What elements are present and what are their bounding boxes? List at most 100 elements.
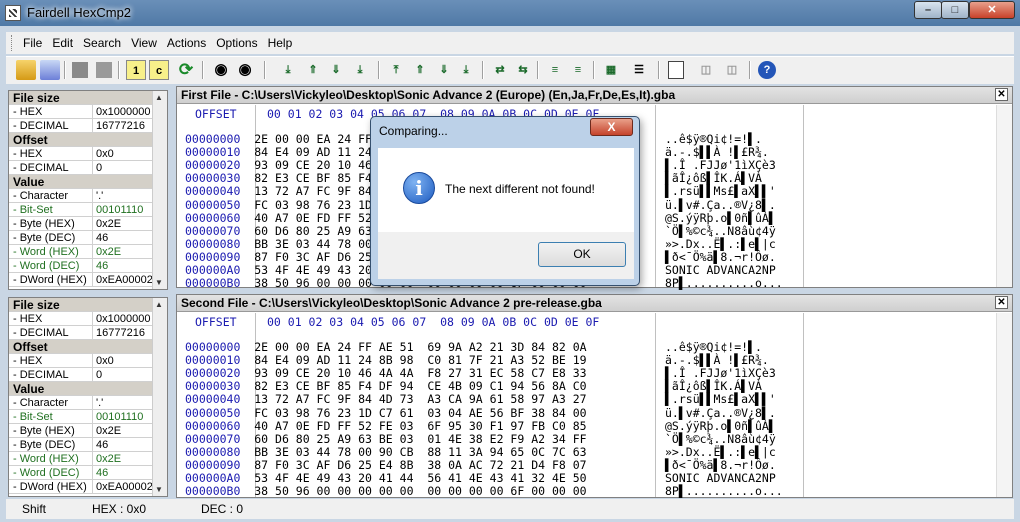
toolbar: 1 c ⟳ ◉ ◉ ⤓ ⇑ ⇓ ⤓ ⤒ ⇑ ⇓ ⤓ ⇄ ⇆ ≡ ≡ ▦ ☰ ◫ … — [6, 56, 1014, 84]
stop2-icon[interactable] — [96, 62, 112, 78]
row-ascii[interactable]: ▌ãÎ¿ôß▌ÎK.Á▌VÀ — [665, 172, 762, 185]
row-hex-bytes[interactable]: 38 50 96 00 00 00 00 00 00 00 00 00 6F 0… — [254, 484, 586, 498]
hex-row[interactable]: 00000010 84 E4 09 AD 11 24 8B 98 C0 81 7… — [185, 354, 587, 367]
hex-row[interactable]: 00000080 BB 3E 03 44 78 00 90 CB 88 11 3… — [185, 445, 587, 459]
close-window-button[interactable]: ✕ — [969, 1, 1015, 19]
hex-scrollbar[interactable] — [996, 313, 1012, 497]
stop-icon[interactable] — [72, 62, 88, 78]
row-hex-bytes[interactable]: FC 03 98 76 23 1D C7 61 03 04 AE 56 BF 3… — [254, 406, 586, 420]
info-key: - Word (HEX) — [9, 245, 93, 258]
row-ascii[interactable]: @S.ýÿRþ.o▌0ñ▌ûÀ▌ — [665, 211, 776, 225]
row-hex-bytes[interactable]: 40 A7 0E FD FF 52 FE 03 6F 95 30 F1 97 F… — [254, 419, 586, 433]
row-ascii[interactable]: @S.ýÿRþ.o▌0ñ▌ûÀ▌ — [665, 419, 776, 433]
row-hex-bytes[interactable]: 53 4F 4E 49 43 20 41 44 56 41 4E 43 41 3… — [254, 471, 586, 485]
sync-icon[interactable]: ⇄ — [490, 60, 510, 80]
hex-row[interactable]: 000000B0 38 50 96 00 00 00 00 00 00 00 0… — [185, 485, 587, 498]
row-offset: 000000B0 — [185, 484, 241, 499]
hex-row[interactable]: 00000020 93 09 CE 20 10 46 4A 4A F8 27 3… — [185, 367, 587, 380]
row-ascii[interactable]: SONIC ADVANCA2NP — [665, 472, 776, 485]
find-icon[interactable]: ◉ — [211, 60, 231, 80]
row-ascii[interactable]: ▌.rsü▌▌Ms£▌aX▌▌' — [665, 393, 776, 406]
maximize-button[interactable]: □ — [941, 1, 969, 19]
row-ascii[interactable]: »>.Dx..Ë▌.:▌e▌|c — [665, 237, 776, 251]
row-ascii[interactable]: ü.▌v#.Ça..®V¿8▌. — [665, 406, 776, 420]
info-row: - Character '.' — [9, 189, 167, 203]
row-ascii[interactable]: ▌.rsü▌▌Ms£▌aX▌▌' — [665, 185, 776, 198]
report-icon[interactable] — [668, 61, 684, 79]
hex-row[interactable]: 00000050 FC 03 98 76 23 1D C7 61 03 04 A… — [185, 406, 587, 420]
prev2-icon[interactable]: ⇑ — [410, 60, 430, 80]
row-hex-bytes[interactable]: 84 E4 09 AD 11 24 8B 98 C0 81 7F 21 A3 5… — [254, 353, 586, 367]
column-divider — [803, 105, 804, 287]
sync2-icon[interactable]: ⇆ — [513, 60, 533, 80]
hex-row[interactable]: 00000040 13 72 A7 FC 9F 84 4D 73 A3 CA 9… — [185, 393, 587, 406]
paste-icon[interactable]: ◫ — [722, 60, 742, 80]
row-ascii[interactable]: 8P▌..........o... — [665, 277, 783, 290]
menu-help[interactable]: Help — [263, 32, 298, 50]
hex-row[interactable]: 00000060 40 A7 0E FD FF 52 FE 03 6F 95 3… — [185, 419, 587, 433]
hex-row[interactable]: 000000A0 53 4F 4E 49 43 20 41 44 56 41 4… — [185, 472, 587, 485]
row-ascii[interactable]: 8P▌..........o... — [665, 485, 783, 498]
row-hex-bytes[interactable]: 87 F0 3C AF D6 25 E4 8B 38 0A AC 72 21 D… — [254, 458, 586, 472]
compare-icon[interactable]: ▦ — [601, 60, 621, 80]
hex-row[interactable]: 00000000 2E 00 00 EA 24 FF AE 51 69 9A A… — [185, 341, 587, 354]
info1-icon[interactable]: 1 — [126, 60, 146, 80]
row-ascii[interactable]: »>.Dx..Ë▌.:▌e▌|c — [665, 445, 776, 459]
menu-bar: File Edit Search View Actions Options Help — [6, 32, 1014, 54]
row-ascii[interactable]: SONIC ADVANCA2NP — [665, 264, 776, 277]
open2-icon[interactable] — [40, 60, 60, 80]
hex-row[interactable]: 00000070 60 D6 80 25 A9 63 BE 03 01 4E 3… — [185, 432, 587, 446]
close-panel-button[interactable]: ✕ — [995, 296, 1008, 309]
help-icon[interactable]: ? — [758, 61, 776, 79]
next2-icon[interactable]: ⇓ — [434, 60, 454, 80]
first2-icon[interactable]: ⤒ — [386, 60, 406, 80]
row-ascii[interactable]: `Ö▌%©c¾..N8âù¢4ÿ — [665, 432, 776, 446]
row-offset: 00000060 — [185, 210, 241, 225]
info-scrollbar[interactable]: ▲ ▼ — [152, 298, 167, 496]
hex-row[interactable]: 00000030 82 E3 CE BF 85 F4 DF 94 CE 4B 0… — [185, 380, 587, 393]
find-next-icon[interactable]: ◉ — [235, 60, 255, 80]
first-diff-icon[interactable]: ⤓ — [278, 60, 298, 80]
hex-scrollbar[interactable] — [996, 105, 1012, 287]
row-ascii[interactable]: `Ö▌%©c¾..N8âù¢4ÿ — [665, 224, 776, 238]
align2-icon[interactable]: ≡ — [568, 60, 588, 80]
row-ascii[interactable]: ▌ð<¯Ö%ä▌8.¬r!Ôø. — [665, 458, 776, 472]
info-scrollbar[interactable]: ▲ ▼ — [152, 91, 167, 289]
row-ascii[interactable]: ▌ãÎ¿ôß▌ÎK.Á▌VÀ — [665, 380, 762, 393]
align-icon[interactable]: ≡ — [545, 60, 565, 80]
row-ascii[interactable]: ü.▌v#.Ça..®V¿8▌. — [665, 198, 776, 212]
row-hex-bytes[interactable]: 2E 00 00 EA 24 FF AE 51 69 9A A2 21 3D 8… — [254, 340, 586, 354]
menu-file[interactable]: File — [18, 32, 47, 50]
list-icon[interactable]: ☰ — [629, 60, 649, 80]
row-hex-bytes[interactable]: 60 D6 80 25 A9 63 BE 03 01 4E 38 E2 F9 A… — [254, 432, 586, 446]
dialog-close-button[interactable]: X — [590, 118, 633, 136]
close-panel-button[interactable]: ✕ — [995, 88, 1008, 101]
last-diff-icon[interactable]: ⤓ — [350, 60, 370, 80]
menu-edit[interactable]: Edit — [47, 32, 78, 50]
menu-actions[interactable]: Actions — [162, 32, 211, 50]
app-icon — [5, 5, 21, 21]
row-offset: 00000030 — [185, 379, 241, 394]
toolbar-separator — [537, 61, 539, 79]
next-diff-icon[interactable]: ⇓ — [326, 60, 346, 80]
last2-icon[interactable]: ⤓ — [456, 60, 476, 80]
row-hex-bytes[interactable]: 82 E3 CE BF 85 F4 DF 94 CE 4B 09 C1 94 5… — [254, 379, 586, 393]
ok-button[interactable]: OK — [538, 242, 626, 267]
status-dec: DEC : 0 — [201, 502, 244, 516]
refresh-icon[interactable]: ⟳ — [176, 60, 196, 80]
hex-row[interactable]: 00000090 87 F0 3C AF D6 25 E4 8B 38 0A A… — [185, 458, 587, 472]
row-ascii[interactable]: ▌ð<¯Ö%ä▌8.¬r!Ôø. — [665, 250, 776, 264]
copy-icon[interactable]: ◫ — [696, 60, 716, 80]
prev-diff-icon[interactable]: ⇑ — [303, 60, 323, 80]
menu-search[interactable]: Search — [78, 32, 126, 50]
menu-view[interactable]: View — [126, 32, 162, 50]
row-hex-bytes[interactable]: 93 09 CE 20 10 46 4A 4A F8 27 31 EC 58 C… — [254, 366, 586, 380]
minimize-button[interactable]: – — [914, 1, 942, 19]
row-hex-bytes[interactable]: 13 72 A7 FC 9F 84 4D 73 A3 CA 9A 61 58 9… — [254, 392, 586, 406]
menu-options[interactable]: Options — [211, 32, 262, 50]
open-icon[interactable] — [16, 60, 36, 80]
info-row: - Word (HEX) 0x2E — [9, 452, 167, 466]
info2-icon[interactable]: c — [149, 60, 169, 80]
info-row: File size — [9, 298, 167, 312]
row-hex-bytes[interactable]: BB 3E 03 44 78 00 90 CB 88 11 3A 94 65 0… — [254, 445, 586, 459]
